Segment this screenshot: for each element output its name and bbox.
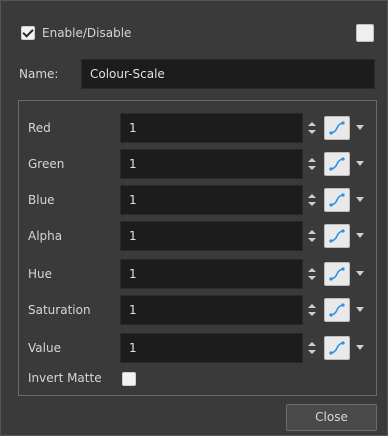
param-label: Red [28,121,51,135]
dropdown-arrow-icon[interactable] [356,307,364,312]
param-row-blue: Blue [19,185,376,215]
param-row-alpha: Alpha [19,221,376,251]
spinner-arrows-icon[interactable] [308,230,316,242]
function-curve-button[interactable] [324,298,350,322]
dropdown-arrow-icon[interactable] [356,197,364,202]
enable-checkbox[interactable] [21,26,35,40]
function-curve-icon [329,267,345,281]
function-curve-icon [329,341,345,355]
color-swatch[interactable] [356,24,374,42]
param-field[interactable] [120,149,303,179]
function-curve-icon [329,157,345,171]
param-row-saturation: Saturation [19,295,376,325]
enable-label: Enable/Disable [42,26,132,40]
function-curve-button[interactable] [324,336,350,360]
param-field[interactable] [120,295,303,325]
param-row-hue: Hue [19,259,376,289]
invert-matte-label: Invert Matte [28,371,102,385]
colour-scale-dialog: Enable/Disable Name: Red Green Blue [0,0,388,436]
param-label: Hue [28,267,53,281]
function-curve-icon [329,303,345,317]
name-label: Name: [19,67,59,81]
function-curve-icon [329,229,345,243]
param-field[interactable] [120,221,303,251]
param-label: Green [28,157,65,171]
dropdown-arrow-icon[interactable] [356,161,364,166]
spinner-arrows-icon[interactable] [308,342,316,354]
function-curve-button[interactable] [324,224,350,248]
dropdown-arrow-icon[interactable] [356,271,364,276]
param-label: Alpha [28,229,63,243]
function-curve-button[interactable] [324,116,350,140]
spinner-arrows-icon[interactable] [308,304,316,316]
param-label: Value [28,341,61,355]
param-label: Saturation [28,303,91,317]
function-curve-button[interactable] [324,188,350,212]
param-field[interactable] [120,333,303,363]
spinner-arrows-icon[interactable] [308,268,316,280]
spinner-arrows-icon[interactable] [308,194,316,206]
dropdown-arrow-icon[interactable] [356,233,364,238]
invert-matte-row: Invert Matte [19,369,376,389]
spinner-arrows-icon[interactable] [308,122,316,134]
function-curve-icon [329,193,345,207]
parameters-group: Red Green Blue Al [18,100,377,396]
name-row: Name: [11,59,375,89]
dropdown-arrow-icon[interactable] [356,125,364,130]
close-button[interactable]: Close [286,404,377,431]
function-curve-icon [329,121,345,135]
invert-matte-checkbox[interactable] [122,372,136,386]
param-label: Blue [28,193,55,207]
param-row-green: Green [19,149,376,179]
param-row-value: Value [19,333,376,363]
enable-row: Enable/Disable [18,23,374,43]
name-field[interactable] [81,59,375,89]
dropdown-arrow-icon[interactable] [356,345,364,350]
spinner-arrows-icon[interactable] [308,158,316,170]
param-field[interactable] [120,185,303,215]
param-field[interactable] [120,259,303,289]
param-row-red: Red [19,113,376,143]
function-curve-button[interactable] [324,262,350,286]
param-field[interactable] [120,113,303,143]
function-curve-button[interactable] [324,152,350,176]
